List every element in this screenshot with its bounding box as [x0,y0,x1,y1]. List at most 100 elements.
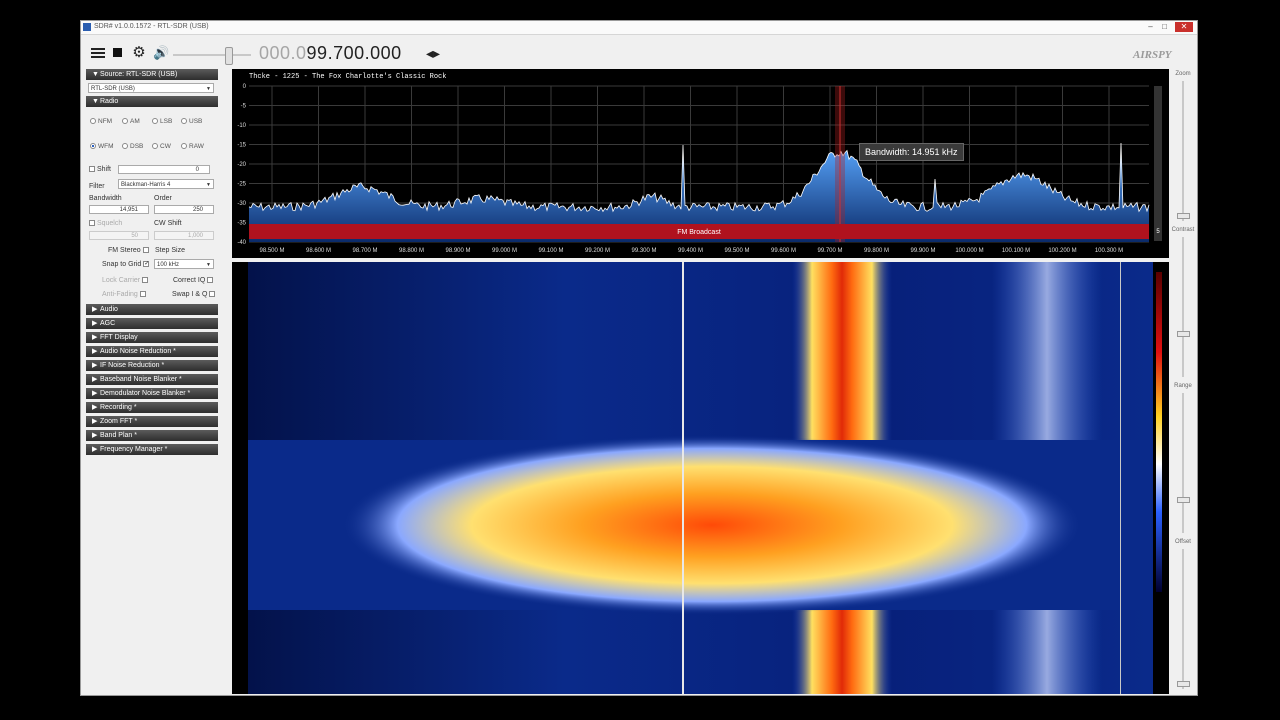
display-controls: Zoom Contrast Range Offset [1171,69,1195,691]
stop-icon[interactable] [113,48,122,57]
source-selected: RTL-SDR (USB) [91,86,135,92]
contrast-slider[interactable] [1182,237,1184,377]
close-button[interactable]: ✕ [1175,22,1193,32]
zoom-slider[interactable] [1182,81,1184,221]
plugin-header-label: Zoom FFT * [100,418,138,425]
zoom-label: Zoom [1175,71,1191,77]
waterfall-plot [248,262,1162,694]
mode-radio-lsb[interactable]: LSB [152,118,172,125]
speaker-icon[interactable]: 🔊 [153,46,169,60]
plugin-header-label: IF Noise Reduction * [100,362,165,369]
frequency-leading: 000.0 [259,43,307,63]
minimize-button[interactable]: – [1145,22,1156,32]
squelch-field[interactable]: 50 [89,231,149,240]
bandwidth-label: Bandwidth [89,195,122,202]
frequency-value: 99.700.000 [306,43,402,63]
range-label: Range [1174,383,1192,389]
correct-iq-checkbox[interactable]: Correct IQ [173,277,214,284]
spectrum-plot: 0 -5 -10 -15 -20 -25 -30 -35 -40 98.500 M 98.600 M… [237,84,1162,254]
mode-radio-nfm[interactable]: NFM [90,118,112,125]
x-tick-label: 98.600 M [306,248,331,254]
mode-radio-dsb[interactable]: DSB [122,143,143,150]
y-tick-label: 0 [243,84,247,90]
anti-fading-checkbox[interactable]: Anti-Fading [102,291,146,298]
squelch-checkbox[interactable]: Squelch [89,220,122,227]
shift-checkbox[interactable]: Shift [89,166,111,173]
mode-radio-am[interactable]: AM [122,118,140,125]
plugin-header-label: Demodulator Noise Blanker * [100,390,191,397]
plugin-header[interactable]: ▶ Band Plan * [86,430,218,441]
filter-select[interactable]: Blackman-Harris 4 ▼ [118,179,214,189]
window-title: SDR# v1.0.0.1572 - RTL-SDR (USB) [94,23,209,30]
radio-header[interactable]: ▼Radio [86,96,218,107]
plugin-header[interactable]: ▶ AGC [86,318,218,329]
range-slider[interactable] [1182,393,1184,533]
order-field[interactable]: 250 [154,205,214,214]
gear-icon[interactable]: ⚙ [132,45,146,60]
menu-icon[interactable] [91,46,105,60]
x-tick-label: 98.900 M [445,248,470,254]
plugin-header-label: FFT Display [100,334,138,341]
expand-arrow-icon: ▶ [92,390,98,397]
contrast-slider-thumb[interactable] [1177,331,1190,337]
dropdown-arrow-icon: ▼ [206,86,211,92]
plugin-header[interactable]: ▶ IF Noise Reduction * [86,360,218,371]
x-tick-label: 98.500 M [259,248,284,254]
volume-slider-thumb[interactable] [225,47,233,65]
bandwidth-field[interactable]: 14,951 [89,205,149,214]
x-tick-label: 99.300 M [631,248,656,254]
spectrum-analyzer[interactable]: 0 -5 -10 -15 -20 -25 -30 -35 -40 98.500 M 98.600 M… [232,69,1169,258]
plugin-header-label: Band Plan * [100,432,137,439]
y-tick-label: -20 [237,162,246,168]
frequency-display[interactable]: 000.099.700.000 [259,43,402,64]
zoom-slider-thumb[interactable] [1177,213,1190,219]
mode-radio-usb[interactable]: USB [181,118,202,125]
maximize-button[interactable]: □ [1159,22,1170,32]
sidebar: ▼Source: RTL-SDR (USB) RTL-SDR (USB) ▼ ▼R… [86,69,218,689]
dropdown-arrow-icon: ▼ [206,262,211,268]
x-tick-label: 98.800 M [399,248,424,254]
y-tick-label: -30 [237,201,246,207]
band-plan-label: FM Broadcast [677,229,721,236]
shift-field[interactable]: 0 [118,165,210,174]
contrast-label: Contrast [1171,227,1195,233]
fm-stereo-checkbox[interactable]: FM Stereo [108,247,149,254]
x-tick-label: 100.000 M [955,248,983,254]
mode-radio-raw[interactable]: RAW [181,143,204,150]
step-size-select[interactable]: 100 kHz ▼ [154,259,214,269]
collapse-arrow-icon: ▼ [92,98,99,105]
expand-arrow-icon: ▶ [92,348,98,355]
source-select[interactable]: RTL-SDR (USB) ▼ [88,83,214,93]
range-slider-thumb[interactable] [1177,497,1190,503]
plugin-header[interactable]: ▶ Frequency Manager * [86,444,218,455]
x-tick-label: 99.500 M [724,248,749,254]
plugin-header[interactable]: ▶ Baseband Noise Blanker * [86,374,218,385]
mode-radio-wfm[interactable]: WFM [90,143,114,150]
plugin-header[interactable]: ▶ Zoom FFT * [86,416,218,427]
expand-arrow-icon: ▶ [92,334,98,341]
plugin-header[interactable]: ▶ Demodulator Noise Blanker * [86,388,218,399]
x-tick-label: 100.200 M [1048,248,1076,254]
volume-slider[interactable] [173,54,251,56]
offset-slider-thumb[interactable] [1177,681,1190,687]
swap-iq-checkbox[interactable]: Swap I & Q [172,291,216,298]
order-label: Order [154,195,172,202]
x-tick-label: 99.100 M [538,248,563,254]
tuning-arrows-icon[interactable]: ◂▸ [426,45,440,62]
y-tick-label: -15 [237,143,246,149]
plugin-header[interactable]: ▶ Audio Noise Reduction * [86,346,218,357]
title-bar: SDR# v1.0.0.1572 - RTL-SDR (USB) – □ ✕ [81,21,1197,35]
plugin-header[interactable]: ▶ Recording * [86,402,218,413]
mode-radio-cw[interactable]: CW [152,143,171,150]
y-tick-label: -35 [237,221,246,227]
source-header-label: Source: RTL-SDR (USB) [100,71,178,78]
waterfall-display[interactable] [232,262,1169,694]
source-header[interactable]: ▼Source: RTL-SDR (USB) [86,69,218,80]
cw-shift-field[interactable]: 1,000 [154,231,214,240]
snap-to-grid-checkbox[interactable]: Snap to Grid ✓ [102,261,149,268]
offset-slider[interactable] [1182,549,1184,689]
plugin-header[interactable]: ▶ FFT Display [86,332,218,343]
lock-carrier-checkbox[interactable]: Lock Carrier [102,277,149,284]
main-window: SDR# v1.0.0.1572 - RTL-SDR (USB) – □ ✕ ⚙… [80,20,1198,696]
plugin-header[interactable]: ▶ Audio [86,304,218,315]
